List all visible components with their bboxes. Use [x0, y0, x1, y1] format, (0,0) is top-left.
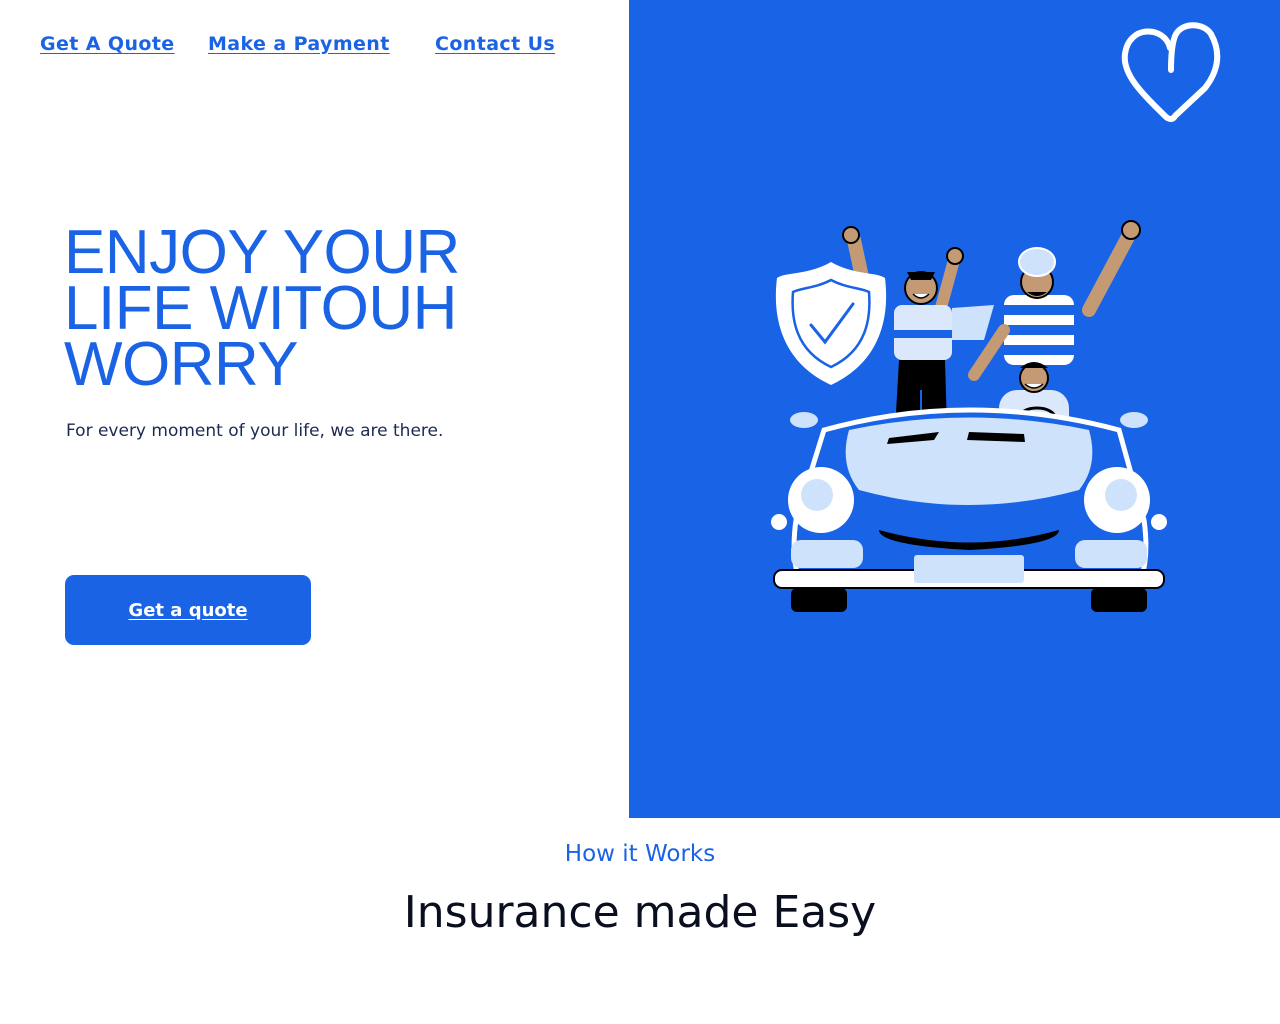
- nav-make-payment-link[interactable]: Make a Payment: [208, 33, 390, 55]
- nav-get-quote-link[interactable]: Get A Quote: [40, 33, 175, 55]
- heart-icon: [1121, 22, 1221, 122]
- car-friends-illustration: [771, 220, 1167, 612]
- hero-illustration-panel: [629, 0, 1280, 818]
- section-title: Insurance made Easy: [403, 887, 877, 938]
- section-kicker: How it Works: [564, 841, 716, 867]
- get-a-quote-button[interactable]: Get a quote: [65, 575, 311, 645]
- nav-contact-link[interactable]: Contact Us: [435, 33, 555, 55]
- hero-subtitle: For every moment of your life, we are th…: [66, 421, 444, 441]
- hero-title: ENJOY YOUR LIFE WITOUH WORRY: [64, 218, 460, 399]
- shield-icon: [775, 262, 887, 385]
